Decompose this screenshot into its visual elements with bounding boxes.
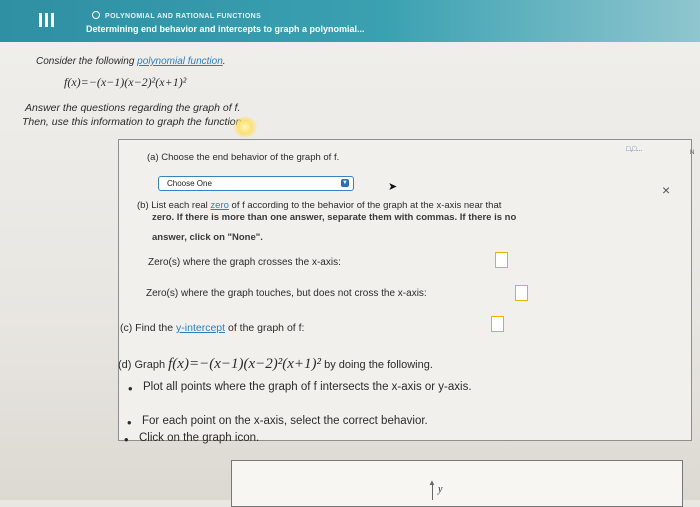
crosses-answer-input[interactable] (495, 252, 508, 268)
part-b-prefix: (b) List each real (137, 200, 211, 211)
topic-dot-icon (92, 11, 100, 19)
crosses-label: Zero(s) where the graph crosses the x-ax… (148, 257, 341, 268)
consider-line: Consider the following polynomial functi… (36, 56, 226, 67)
part-d-suffix: by doing the following. (321, 359, 433, 371)
function-definition: f(x)=−(x−1)(x−2)²(x+1)² (64, 75, 187, 89)
close-icon[interactable]: × (662, 182, 670, 198)
instruction-bullet-1: Plot all points where the graph of f int… (128, 381, 472, 396)
menu-icon[interactable] (36, 10, 62, 32)
part-d-prefix: (d) Graph (118, 359, 169, 371)
end-behavior-dropdown[interactable]: Choose One ▼ (158, 176, 354, 191)
instruction-bullet-2: For each point on the x-axis, select the… (127, 415, 428, 430)
polynomial-function-link[interactable]: polynomial function (137, 56, 223, 67)
part-c-prefix: (c) Find the (120, 322, 177, 334)
then-instruction: Then, use this information to graph the … (22, 116, 245, 128)
y-axis-arrow-icon: ▲ (428, 478, 436, 487)
page-subtitle: Determining end behavior and intercepts … (86, 24, 365, 34)
answer-instruction: Answer the questions regarding the graph… (25, 102, 241, 114)
y-intercept-answer-input[interactable] (491, 316, 504, 332)
header-bar: POLYNOMIAL AND RATIONAL FUNCTIONS Determ… (0, 0, 700, 42)
topic-text: POLYNOMIAL AND RATIONAL FUNCTIONS (105, 13, 262, 20)
part-b-line2: zero. If there is more than one answer, … (152, 212, 517, 223)
part-c-label: (c) Find the y-intercept of the graph of… (120, 322, 304, 334)
dropdown-arrow-icon[interactable]: ▼ (341, 179, 349, 187)
part-b-line3: answer, click on "None". (152, 232, 263, 243)
part-b-line1: (b) List each real zero of f according t… (137, 200, 501, 211)
part-c-suffix: of the graph of f: (225, 322, 305, 334)
part-a-label: (a) Choose the end behavior of the graph… (147, 152, 340, 163)
touches-answer-input[interactable] (515, 285, 528, 301)
instruction-bullet-3: Click on the graph icon. (124, 432, 259, 447)
consider-prefix: Consider the following (36, 56, 138, 67)
zero-link[interactable]: zero (210, 200, 228, 211)
cursor-icon: ➤ (388, 181, 398, 193)
y-axis-label: y (438, 484, 443, 495)
y-intercept-link[interactable]: y-intercept (176, 322, 225, 334)
part-b-suffix: of f according to the behavior of the gr… (228, 200, 502, 211)
part-d-function: f(x)=−(x−1)(x−2)²(x+1)² (168, 356, 322, 372)
dropdown-value: Choose One (167, 179, 212, 188)
light-glare (232, 117, 258, 137)
edge-label: N (690, 150, 695, 156)
tools-icon[interactable]: □,□... (626, 146, 676, 166)
consider-suffix: . (222, 56, 226, 67)
touches-label: Zero(s) where the graph touches, but doe… (146, 288, 427, 299)
part-d-label: (d) Graph f(x)=−(x−1)(x−2)²(x+1)² by doi… (118, 356, 433, 373)
topic-label: POLYNOMIAL AND RATIONAL FUNCTIONS (92, 11, 261, 20)
